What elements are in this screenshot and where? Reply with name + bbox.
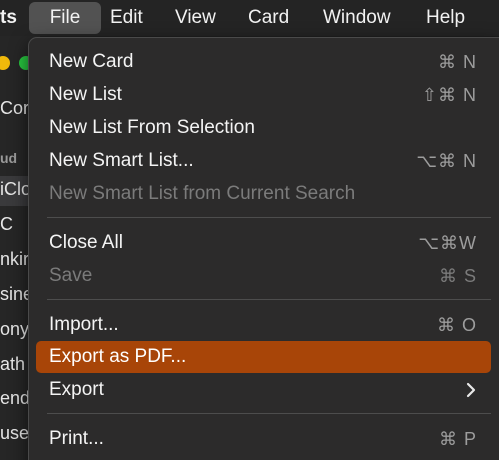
menu-separator (47, 299, 491, 300)
file-menu: New Card ⌘ N New List ⇧⌘ N New List From… (28, 37, 499, 460)
menubar-view[interactable]: View (175, 0, 216, 36)
menu-item-export[interactable]: Export (36, 374, 491, 406)
menu-item-new-list-from-selection[interactable]: New List From Selection (36, 112, 491, 144)
menu-item-save: Save ⌘ S (36, 260, 491, 292)
menu-separator (47, 217, 491, 218)
sidebar-item[interactable]: nkir (0, 249, 29, 270)
menubar-edit[interactable]: Edit (110, 0, 143, 36)
menu-item-label: New Smart List from Current Search (49, 183, 356, 204)
menubar-help[interactable]: Help (426, 0, 465, 36)
menu-item-new-smart-list[interactable]: New Smart List... ⌥⌘ N (36, 145, 491, 177)
menu-item-new-card[interactable]: New Card ⌘ N (36, 46, 491, 78)
sidebar-item[interactable]: ony (0, 319, 29, 340)
menu-item-shortcut: ⌘ P (438, 429, 477, 449)
screen: ts File Edit View Card Window Help Cor u… (0, 0, 499, 460)
minimize-window-button[interactable] (0, 56, 10, 70)
menubar-card[interactable]: Card (248, 0, 289, 36)
menu-item-label: Close All (49, 232, 123, 253)
menu-item-label: New List From Selection (49, 117, 255, 138)
menu-item-import[interactable]: Import... ⌘ O (36, 309, 491, 341)
menu-item-new-list[interactable]: New List ⇧⌘ N (36, 79, 491, 111)
menu-item-shortcut: ⌘ N (438, 52, 477, 72)
menu-item-shortcut: ⇧⌘ N (421, 85, 477, 105)
menu-item-print[interactable]: Print... ⌘ P (36, 423, 491, 455)
menu-item-label: Export (49, 379, 104, 400)
sidebar-item[interactable]: end (0, 388, 30, 409)
menu-item-label: Import... (49, 314, 119, 335)
sidebar-item[interactable]: C (0, 214, 13, 235)
sidebar-item[interactable]: use (0, 423, 29, 444)
menu-item-shortcut: ⌥⌘ N (416, 151, 477, 171)
sidebar-section-header: ud (0, 150, 18, 166)
menu-separator (47, 413, 491, 414)
chevron-right-icon (465, 374, 477, 416)
menubar-file[interactable]: File (29, 2, 101, 34)
menu-item-shortcut: ⌥⌘W (418, 233, 477, 253)
menu-item-label: New List (49, 84, 122, 105)
menu-item-shortcut: ⌘ S (438, 266, 477, 286)
menu-item-new-smart-list-from-search: New Smart List from Current Search (36, 178, 491, 210)
menu-item-label: New Card (49, 51, 134, 72)
menu-item-close-all[interactable]: Close All ⌥⌘W (36, 227, 491, 259)
sidebar-text: Cor (0, 98, 30, 118)
sidebar-item[interactable]: ath (0, 354, 25, 375)
menu-item-label: Export as PDF... (49, 346, 187, 367)
menubar-app-name[interactable]: ts (0, 0, 17, 36)
menu-item-export-as-pdf[interactable]: Export as PDF... (36, 341, 491, 373)
sidebar-item[interactable]: iClo (0, 179, 31, 200)
menu-item-label: Print... (49, 428, 104, 449)
menu-item-label: New Smart List... (49, 150, 194, 171)
menu-item-label: Save (49, 265, 93, 286)
menu-item-shortcut: ⌘ O (436, 315, 477, 335)
menubar-window[interactable]: Window (323, 0, 391, 36)
menu-bar: ts File Edit View Card Window Help (0, 0, 499, 36)
